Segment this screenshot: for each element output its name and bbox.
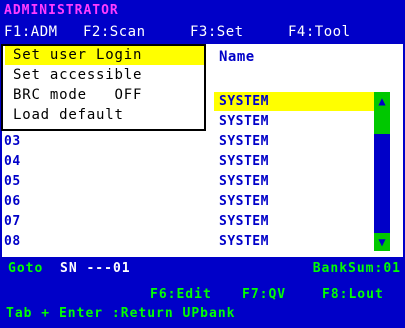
menu-item-set-accessible[interactable]: Set accessible [5, 66, 204, 85]
name-column-header: Name [219, 49, 255, 65]
menu-tool[interactable]: F4:Tool [288, 22, 351, 42]
menu-item-load-default[interactable]: Load default [5, 106, 204, 125]
f8-lout-key[interactable]: F8:Lout [322, 287, 384, 302]
row-name: SYSTEM [219, 154, 269, 169]
app-title: ADMINISTRATOR [4, 3, 119, 18]
table-row[interactable]: 03 SYSTEM [2, 132, 403, 151]
scroll-down-icon[interactable]: ▼ [374, 233, 390, 251]
row-name: SYSTEM [219, 114, 269, 129]
status-line-2: F6:Edit F7:QV F8:Lout [0, 287, 405, 303]
table-row[interactable]: 05 SYSTEM [2, 172, 403, 191]
table-row[interactable]: 08 SYSTEM [2, 232, 403, 251]
scrollbar-thumb[interactable] [374, 110, 390, 134]
status-line-1: Goto SN ---01 BankSum:01 [0, 261, 405, 279]
row-number: 06 [4, 194, 21, 209]
goto-label: Goto [8, 261, 44, 276]
banksum-value: BankSum:01 [312, 261, 401, 276]
row-name: SYSTEM [219, 174, 269, 189]
sn-value: SN ---01 [60, 261, 131, 276]
row-number: 04 [4, 154, 21, 169]
row-name: SYSTEM [219, 194, 269, 209]
scroll-up-icon[interactable]: ▲ [374, 92, 390, 110]
menu-bar: F1:ADM F2:Scan F3:Set F4:Tool [0, 21, 405, 43]
menu-set[interactable]: F3:Set [190, 22, 244, 42]
row-name: SYSTEM [219, 94, 269, 109]
menu-item-brc-mode[interactable]: BRC mode OFF [5, 86, 204, 105]
row-number: 05 [4, 174, 21, 189]
row-number: 03 [4, 134, 21, 149]
table-row[interactable]: 07 SYSTEM [2, 212, 403, 231]
table-row[interactable]: 06 SYSTEM [2, 192, 403, 211]
return-hint: Tab + Enter :Return UPbank [6, 306, 236, 321]
row-name: SYSTEM [219, 234, 269, 249]
f7-qv-key[interactable]: F7:QV [242, 287, 286, 302]
menu-scan[interactable]: F2:Scan [83, 22, 146, 42]
table-row[interactable]: 04 SYSTEM [2, 152, 403, 171]
menu-item-set-user-login[interactable]: Set user Login [5, 46, 204, 65]
row-name: SYSTEM [219, 134, 269, 149]
f6-edit-key[interactable]: F6:Edit [150, 287, 212, 302]
row-number: 07 [4, 214, 21, 229]
menu-adm[interactable]: F1:ADM [4, 22, 58, 42]
row-number: 08 [4, 234, 21, 249]
adm-dropdown-menu: Set user Login Set accessible BRC mode O… [1, 44, 206, 131]
row-name: SYSTEM [219, 214, 269, 229]
